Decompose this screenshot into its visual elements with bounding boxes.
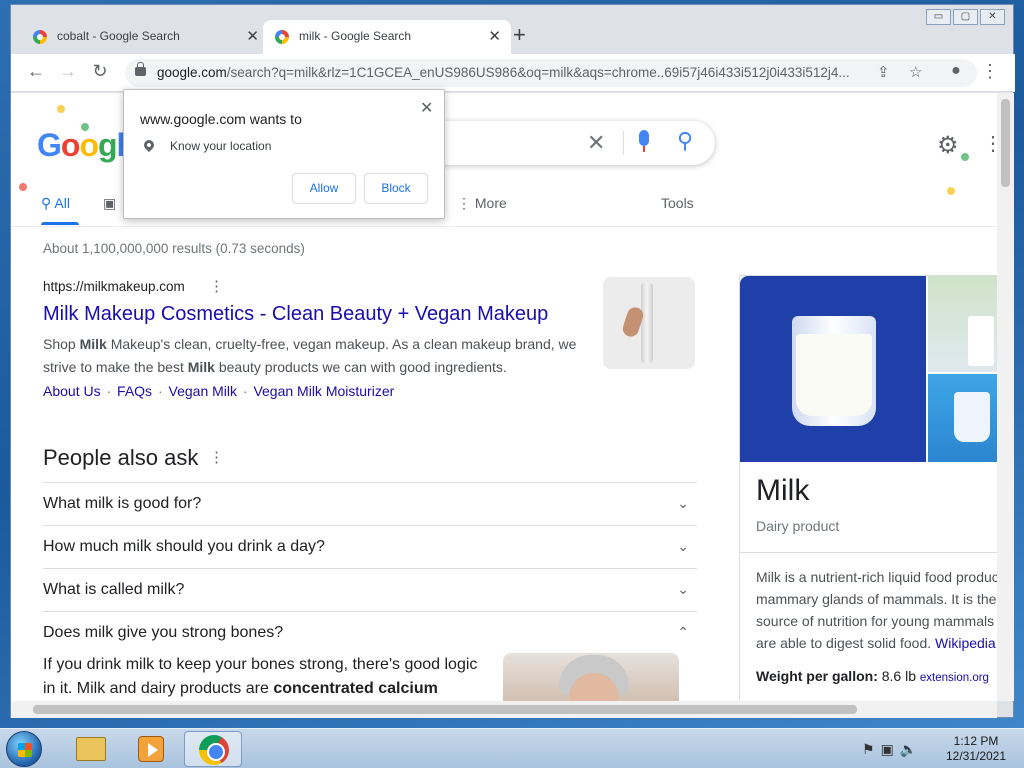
google-favicon-icon (275, 30, 289, 44)
search-divider (623, 131, 624, 155)
location-pin-icon (141, 137, 157, 153)
milk-image-2[interactable] (928, 276, 997, 372)
clock-time: 1:12 PM (953, 734, 999, 748)
scrollbar-thumb[interactable] (33, 705, 857, 714)
people-also-ask-heading: People also ask (43, 445, 199, 470)
paa-answer-image[interactable] (503, 653, 679, 701)
tab-more[interactable]: ⋮ More (457, 195, 507, 212)
block-button[interactable]: Block (364, 173, 428, 204)
paa-menu-icon[interactable]: ⋮ (209, 448, 224, 466)
paa-question-expanded[interactable]: Does milk give you strong bones? ⌃ (43, 611, 697, 654)
popup-close-icon[interactable]: ✕ (420, 98, 433, 118)
paa-answer-text: If you drink milk to keep your bones str… (43, 656, 478, 697)
result-snippet: Shop Milk Makeup's clean, cruelty-free, … (43, 336, 577, 375)
horizontal-scrollbar[interactable] (11, 701, 997, 718)
google-favicon-icon (33, 30, 47, 44)
chevron-down-icon: ⌄ (677, 495, 689, 511)
knowledge-panel: Milk Dairy product Milk is a nutrient-ri… (739, 275, 997, 701)
taskbar-media-player[interactable] (122, 731, 180, 767)
settings-gear-icon[interactable]: ⚙ (937, 131, 959, 160)
tab-images-icon[interactable]: ▣ (103, 195, 116, 212)
tab-strip: cobalt - Google Search ✕ milk - Google S… (11, 20, 1015, 54)
share-icon[interactable]: ⇪ (877, 63, 890, 81)
tools-button[interactable]: Tools (661, 195, 694, 211)
action-center-icon[interactable]: ⚑ (862, 741, 875, 758)
url-text[interactable]: google.com/search?q=milk&rlz=1C1GCEA_enU… (157, 65, 877, 80)
chrome-icon (199, 735, 229, 765)
sitelink-vegan-milk-moisturizer[interactable]: Vegan Milk Moisturizer (253, 383, 394, 399)
browser-toolbar: ← → ↻ google.com/search?q=milk&rlz=1C1GC… (11, 54, 1015, 92)
clock-date: 12/31/2021 (945, 749, 1007, 763)
result-sitelinks: About Us · FAQs · Vegan Milk · Vegan Mil… (43, 383, 395, 399)
popup-title: www.google.com wants to (140, 111, 302, 127)
product-tube-image (641, 283, 653, 363)
panel-divider (740, 552, 997, 553)
milk-image-3[interactable] (928, 374, 997, 462)
tab-title: cobalt - Google Search (57, 29, 180, 43)
lock-icon[interactable] (135, 62, 146, 76)
clock[interactable]: 1:12 PM 12/31/2021 (940, 734, 1012, 764)
google-apps-icon[interactable]: ⋮ (983, 131, 997, 156)
permission-text: Know your location (170, 139, 272, 153)
media-player-icon (138, 736, 164, 762)
scrollbar-thumb[interactable] (1001, 99, 1010, 187)
sitelink-vegan-milk[interactable]: Vegan Milk (169, 383, 237, 399)
start-button[interactable] (6, 731, 42, 767)
taskbar-explorer[interactable] (62, 731, 120, 767)
paa-question[interactable]: What is called milk? ⌄ (43, 568, 697, 611)
doodle-confetti (961, 153, 969, 161)
bookmark-star-icon[interactable]: ☆ (909, 63, 922, 81)
vertical-scrollbar[interactable] (997, 93, 1014, 701)
profile-icon[interactable]: ● (945, 62, 967, 80)
taskbar: ⚑ ▣ 🔈 1:12 PM 12/31/2021 (0, 728, 1024, 768)
active-tab-indicator (41, 222, 79, 225)
doodle-confetti (19, 183, 27, 191)
doodle-confetti (57, 105, 65, 113)
chevron-down-icon: ⌄ (677, 581, 689, 597)
tab-cobalt[interactable]: cobalt - Google Search ✕ (21, 20, 269, 54)
result-stats: About 1,100,000,000 results (0.73 second… (43, 241, 305, 256)
knowledge-panel-title: Milk (756, 474, 810, 507)
location-permission-popup: www.google.com wants to ✕ Know your loca… (123, 89, 445, 219)
address-bar[interactable]: google.com/search?q=milk&rlz=1C1GCEA_enU… (125, 59, 977, 87)
paa-question[interactable]: What milk is good for? ⌄ (43, 482, 697, 525)
paa-question[interactable]: How much milk should you drink a day? ⌄ (43, 525, 697, 568)
sitelink-faqs[interactable]: FAQs (117, 383, 152, 399)
clear-search-icon[interactable]: ✕ (587, 130, 605, 156)
weight-fact: Weight per gallon: 8.6 lb extension.org (756, 668, 989, 684)
system-tray: ⚑ ▣ 🔈 (862, 733, 917, 765)
sitelink-about-us[interactable]: About Us (43, 383, 101, 399)
new-tab-button[interactable]: + (513, 22, 526, 48)
browser-menu-icon[interactable]: ⋮ (979, 61, 1001, 82)
tab-close-icon[interactable]: ✕ (488, 27, 501, 45)
folder-icon (76, 737, 106, 761)
result-thumbnail[interactable] (603, 277, 695, 369)
reload-button[interactable]: ↻ (89, 61, 111, 82)
chevron-up-icon: ⌃ (677, 624, 689, 640)
result-menu-icon[interactable]: ⋮ (209, 277, 224, 295)
result-url[interactable]: https://milkmakeup.com (43, 279, 185, 294)
wikipedia-link[interactable]: Wikipedia (935, 635, 996, 651)
tab-all[interactable]: ⚲ All (41, 195, 70, 212)
chevron-down-icon: ⌄ (677, 538, 689, 554)
taskbar-chrome[interactable] (184, 731, 242, 767)
fact-source-link[interactable]: extension.org (920, 672, 989, 684)
allow-button[interactable]: Allow (292, 173, 356, 204)
knowledge-panel-description: Milk is a nutrient-rich liquid food prod… (756, 569, 997, 651)
search-icon[interactable]: ⚲ (677, 128, 693, 154)
knowledge-panel-subtitle: Dairy product (756, 518, 840, 534)
microphone-icon[interactable] (639, 130, 649, 152)
tab-title: milk - Google Search (299, 29, 412, 43)
tab-milk[interactable]: milk - Google Search ✕ (263, 20, 511, 54)
forward-button[interactable]: → (57, 61, 79, 82)
tab-close-icon[interactable]: ✕ (246, 27, 259, 45)
volume-icon[interactable]: 🔈 (900, 741, 917, 758)
network-icon[interactable]: ▣ (881, 741, 894, 758)
milk-glass-image[interactable] (740, 276, 926, 462)
result-title-link[interactable]: Milk Makeup Cosmetics - Clean Beauty + V… (43, 303, 548, 326)
glass-of-milk-image (792, 316, 876, 426)
browser-window: ▭ ▢ ✕ cobalt - Google Search ✕ milk - Go… (10, 4, 1015, 718)
back-button[interactable]: ← (25, 61, 47, 82)
